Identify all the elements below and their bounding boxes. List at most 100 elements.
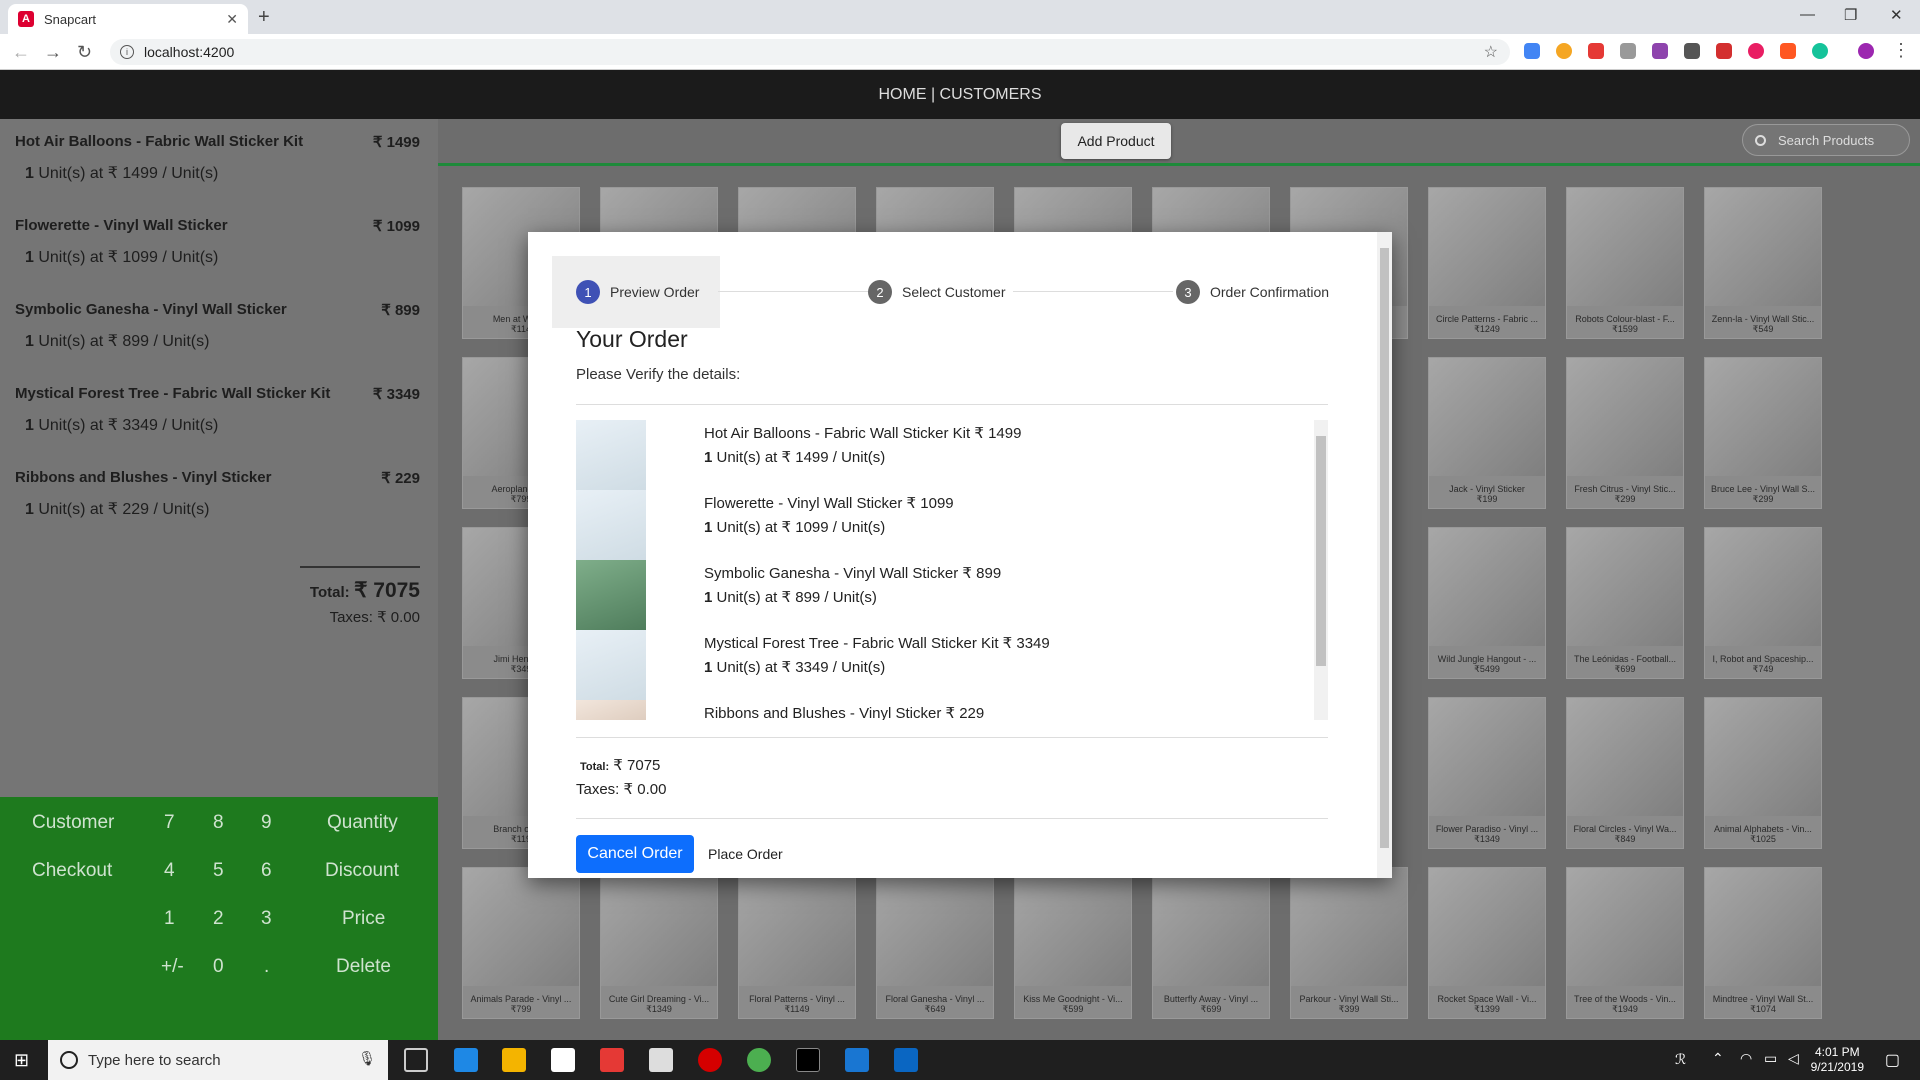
taskbar-search-input[interactable]: Type here to search 🎙: [48, 1040, 388, 1080]
key-1[interactable]: 1: [164, 908, 175, 930]
new-tab-icon[interactable]: +: [258, 6, 270, 29]
checkout-key[interactable]: Checkout: [32, 860, 112, 882]
discount-key[interactable]: Discount: [325, 860, 399, 882]
order-items-list[interactable]: Hot Air Balloons - Fabric Wall Sticker K…: [576, 420, 1328, 720]
browser-menu-icon[interactable]: ⋮: [1892, 40, 1910, 61]
back-icon[interactable]: ←: [12, 42, 30, 63]
product-card[interactable]: Floral Ganesha - Vinyl ... ₹649: [876, 867, 994, 1019]
window-close-icon[interactable]: ✕: [1890, 6, 1903, 24]
product-card[interactable]: Tree of the Woods - Vin... ₹1949: [1566, 867, 1684, 1019]
cart-item[interactable]: Ribbons and Blushes - Vinyl Sticker ₹ 22…: [15, 469, 420, 519]
reload-icon[interactable]: ↻: [77, 42, 92, 63]
cart-item[interactable]: Mystical Forest Tree - Fabric Wall Stick…: [15, 385, 420, 435]
product-card[interactable]: Animal Alphabets - Vin... ₹1025: [1704, 697, 1822, 849]
list-scrollbar-thumb[interactable]: [1316, 436, 1326, 666]
product-card[interactable]: Zenn-la - Vinyl Wall Stic... ₹549: [1704, 187, 1822, 339]
opera-icon[interactable]: [698, 1048, 722, 1072]
store-icon[interactable]: [551, 1048, 575, 1072]
minimize-icon[interactable]: —: [1800, 6, 1815, 23]
gift-app-icon[interactable]: [600, 1048, 624, 1072]
cart-item[interactable]: Symbolic Ganesha - Vinyl Wall Sticker ₹ …: [15, 301, 420, 351]
extension-icon[interactable]: [1780, 43, 1796, 59]
microphone-icon[interactable]: 🎙: [358, 1050, 376, 1067]
tab-close-icon[interactable]: ✕: [226, 11, 238, 28]
key-9[interactable]: 9: [261, 812, 272, 834]
product-card[interactable]: Butterfly Away - Vinyl ... ₹699: [1152, 867, 1270, 1019]
key-dot[interactable]: .: [264, 956, 269, 978]
price-key[interactable]: Price: [342, 908, 385, 930]
add-product-button[interactable]: Add Product: [1061, 123, 1171, 159]
customer-key[interactable]: Customer: [32, 812, 114, 834]
windows-start-icon[interactable]: ⊞: [14, 1050, 29, 1071]
place-order-button[interactable]: Place Order: [708, 835, 783, 873]
product-card[interactable]: Robots Colour-blast - F... ₹1599: [1566, 187, 1684, 339]
extension-icon[interactable]: [1716, 43, 1732, 59]
product-card[interactable]: Fresh Citrus - Vinyl Stic... ₹299: [1566, 357, 1684, 509]
linkedin-icon[interactable]: [894, 1048, 918, 1072]
cart-item[interactable]: Flowerette - Vinyl Wall Sticker ₹ 1099 1…: [15, 217, 420, 267]
product-card[interactable]: Kiss Me Goodnight - Vi... ₹599: [1014, 867, 1132, 1019]
extension-icon[interactable]: [1620, 43, 1636, 59]
key-0[interactable]: 0: [213, 956, 224, 978]
extension-icon[interactable]: [1556, 43, 1572, 59]
notifications-icon[interactable]: ▢: [1885, 1050, 1900, 1070]
key-plus-minus[interactable]: +/-: [161, 956, 184, 978]
people-icon[interactable]: ℛ: [1675, 1051, 1686, 1068]
product-card[interactable]: Animals Parade - Vinyl ... ₹799: [462, 867, 580, 1019]
extension-icon[interactable]: [1652, 43, 1668, 59]
edge-icon[interactable]: [454, 1048, 478, 1072]
product-card[interactable]: The Leónidas - Football... ₹699: [1566, 527, 1684, 679]
battery-icon[interactable]: ▭: [1764, 1050, 1777, 1067]
key-4[interactable]: 4: [164, 860, 175, 882]
volume-icon[interactable]: ◁: [1788, 1050, 1799, 1067]
key-7[interactable]: 7: [164, 812, 175, 834]
step-select-customer[interactable]: 2 Select Customer: [868, 280, 1005, 304]
product-card[interactable]: Floral Patterns - Vinyl ... ₹1149: [738, 867, 856, 1019]
profile-avatar-icon[interactable]: [1858, 43, 1874, 59]
file-explorer-icon[interactable]: [502, 1048, 526, 1072]
url-field[interactable]: i localhost:4200 ☆: [110, 39, 1510, 65]
key-5[interactable]: 5: [213, 860, 224, 882]
product-card[interactable]: Cute Girl Dreaming - Vi... ₹1349: [600, 867, 718, 1019]
cancel-order-button[interactable]: Cancel Order: [576, 835, 694, 873]
system-clock[interactable]: 4:01 PM 9/21/2019: [1811, 1045, 1864, 1075]
wifi-icon[interactable]: ◠: [1740, 1050, 1752, 1067]
vscode-icon[interactable]: [845, 1048, 869, 1072]
key-2[interactable]: 2: [213, 908, 224, 930]
browser-tab[interactable]: A Snapcart ✕: [8, 4, 248, 34]
key-6[interactable]: 6: [261, 860, 272, 882]
product-card[interactable]: Flower Paradiso - Vinyl ... ₹1349: [1428, 697, 1546, 849]
list-scrollbar[interactable]: [1314, 420, 1328, 720]
grammarly-icon[interactable]: [1812, 43, 1828, 59]
search-products-input[interactable]: Search Products: [1742, 124, 1910, 156]
extension-icon[interactable]: [1588, 43, 1604, 59]
extension-icon[interactable]: [1524, 43, 1540, 59]
header-nav[interactable]: HOME | CUSTOMERS: [879, 86, 1042, 104]
product-card[interactable]: Parkour - Vinyl Wall Sti... ₹399: [1290, 867, 1408, 1019]
product-card[interactable]: Floral Circles - Vinyl Wa... ₹849: [1566, 697, 1684, 849]
task-view-icon[interactable]: [404, 1048, 428, 1072]
extension-icon[interactable]: [1748, 43, 1764, 59]
restore-icon[interactable]: ❐: [1844, 6, 1857, 24]
modal-scrollbar[interactable]: [1377, 232, 1392, 878]
product-card[interactable]: Bruce Lee - Vinyl Wall S... ₹299: [1704, 357, 1822, 509]
product-card[interactable]: Jack - Vinyl Sticker ₹199: [1428, 357, 1546, 509]
key-8[interactable]: 8: [213, 812, 224, 834]
modal-scrollbar-thumb[interactable]: [1380, 248, 1389, 848]
cart-item[interactable]: Hot Air Balloons - Fabric Wall Sticker K…: [15, 133, 420, 183]
forward-icon[interactable]: →: [44, 42, 62, 63]
step-order-confirmation[interactable]: 3 Order Confirmation: [1176, 280, 1329, 304]
bookmark-star-icon[interactable]: ☆: [1484, 42, 1498, 62]
extension-icon[interactable]: [1684, 43, 1700, 59]
delete-key[interactable]: Delete: [336, 956, 391, 978]
key-3[interactable]: 3: [261, 908, 272, 930]
product-card[interactable]: Circle Patterns - Fabric ... ₹1249: [1428, 187, 1546, 339]
tray-chevron-icon[interactable]: ⌃: [1712, 1050, 1724, 1067]
site-info-icon[interactable]: i: [120, 45, 134, 59]
product-card[interactable]: Wild Jungle Hangout - ... ₹5499: [1428, 527, 1546, 679]
terminal-icon[interactable]: [796, 1048, 820, 1072]
chrome-icon[interactable]: [747, 1048, 771, 1072]
quantity-key[interactable]: Quantity: [327, 812, 398, 834]
product-card[interactable]: I, Robot and Spaceship... ₹749: [1704, 527, 1822, 679]
product-card[interactable]: Rocket Space Wall - Vi... ₹1399: [1428, 867, 1546, 1019]
